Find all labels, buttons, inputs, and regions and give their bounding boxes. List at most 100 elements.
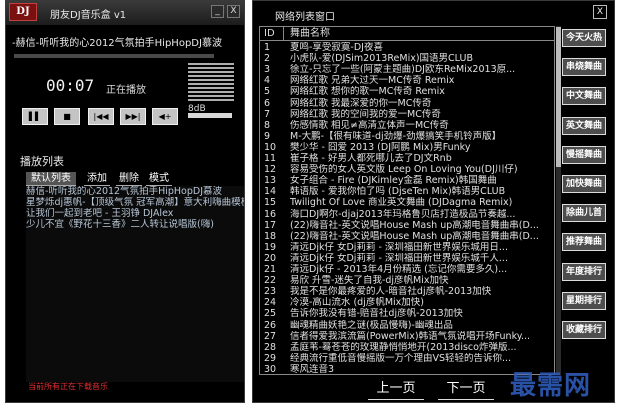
table-row[interactable]: 4 网络红歌 兄弟大过天一MC传奇 Remix: [260, 75, 554, 86]
scrollbar-thumb[interactable]: [556, 27, 561, 167]
row-song-name: Twilight Of Love 商业英文舞曲 (DJDagma Remix): [290, 197, 513, 209]
playlist-item[interactable]: 让我们一起到老吧 - 王羽铮 DJAlex: [26, 208, 244, 219]
close-button[interactable]: X: [227, 5, 240, 18]
row-id: 6: [264, 97, 271, 109]
table-row[interactable]: 26 幽魂精曲妖艳之谜(极品慢嗨)-幽魂出品: [260, 320, 554, 331]
table-row[interactable]: 27 信者得爱我滨流篇(PowerMix)韩语气氛说唱开场Funky...: [260, 331, 554, 342]
table-row[interactable]: 14 韩语版 - 爱我你怕了吗 (DjseTen Mix)韩语男CLUB: [260, 186, 554, 197]
table-row[interactable]: 6 网络红歌 我最深爱的你一MC传奇: [260, 98, 554, 109]
progress-slider[interactable]: [14, 54, 214, 58]
row-song-name: 伤感情歌 相见≠高清立体声一MC传奇: [290, 119, 449, 131]
row-id: 1: [264, 42, 271, 53]
table-row[interactable]: 10 樊少华 - 囧爱 2013 (DJ阿鹏 Mix)男Funky: [260, 142, 554, 153]
table-row[interactable]: 8 伤感情歌 相见≠高清立体声一MC传奇: [260, 120, 554, 131]
table-row[interactable]: 5 网络红歌 想你的歌一MC传奇 Remix: [260, 86, 554, 97]
table-row[interactable]: 3 徐立-只忘了一些(阿蒙主题曲)DJ欧东ReMix2013原...: [260, 64, 554, 75]
row-song-name: 孟庭苇-蓦苍苍的玫瑰静悄悄地开(2013disco炸弹版...: [290, 341, 517, 353]
network-list-window: 网络列表窗口 X ID 舞曲名称 1 夏鸣-享受寂寞-DJ夜喜 2 小虎队-爱(DJS…: [252, 0, 615, 403]
row-id: 15: [264, 197, 277, 209]
download-status: 当前所有正在下载音乐: [28, 382, 108, 391]
prev-page-button[interactable]: 上一页: [368, 378, 424, 400]
tab-default-list[interactable]: 默认列表: [26, 172, 76, 186]
now-playing-title: -赫信-听听我的心2012气氛拍手HipHopDJ慕波: [12, 38, 222, 49]
row-id: 7: [264, 108, 271, 120]
row-id: 30: [264, 363, 277, 375]
column-header-id[interactable]: ID: [260, 27, 284, 41]
row-song-name: 樊少华 - 囧爱 2013 (DJ阿鹏 Mix)男Funky: [290, 141, 471, 153]
category-button[interactable]: 慢摇舞曲: [562, 145, 606, 164]
table-row[interactable]: 19 清远Djk仔 女Dj莉莉 - 深圳福田新世界娱乐城用日...: [260, 242, 554, 253]
row-song-name: 告诉你我没有错-赔音社dj彦帆-2013加快: [290, 308, 463, 320]
category-button[interactable]: 年度排行: [562, 262, 606, 281]
table-row[interactable]: 29 经典流行重低音慢摇版一万个理由VS轻轻的告诉你...: [260, 353, 554, 364]
table-row[interactable]: 20 清远Djk仔 女Dj莉莉 - 深圳福田新世界娱乐城千人...: [260, 253, 554, 264]
table-row[interactable]: 11 崔子格 - 好男人都死哪儿去了DJ文Rnb: [260, 153, 554, 164]
row-song-name: 网络红歌 兄弟大过天一MC传奇 Remix: [290, 75, 455, 87]
category-button[interactable]: 中文舞曲: [562, 87, 606, 106]
player-title: 朋友DJ音乐盒 v1: [50, 10, 127, 21]
table-row[interactable]: 18 (22)嗨音社-英文说唱House Mash up高潮电音舞曲串(D...: [260, 231, 554, 242]
category-button[interactable]: 今天火热: [562, 29, 606, 47]
pause-button[interactable]: ▌▌: [22, 108, 48, 125]
table-row[interactable]: 23 我是不是你最疼爱的人-暗音社dj彦帆-2013加快: [260, 286, 554, 297]
playlist-item[interactable]: 赫信-听听我的心2012气氛拍手HipHopDJ慕波: [26, 186, 244, 197]
row-song-name: (22)嗨音社-英文说唱House Mash up高潮电音舞曲串(D...: [290, 230, 539, 242]
table-row[interactable]: 1 夏鸣-享受寂寞-DJ夜喜: [260, 42, 554, 53]
player-window: DJ 朋友DJ音乐盒 v1 _ X -赫信-听听我的心2012气氛拍手HipHo…: [5, 0, 245, 403]
app-logo: DJ: [9, 3, 37, 21]
row-id: 14: [264, 186, 277, 198]
playlist-item[interactable]: 星梦烁dj惠帆-【顶级气氛 冠军高潮】意大利嗨曲模板: [26, 197, 244, 208]
row-id: 9: [264, 130, 271, 142]
row-id: 26: [264, 319, 277, 331]
table-row[interactable]: 13 女子组合 - Fire (DJKimley金磊 Remix)韩国舞曲: [260, 175, 554, 186]
playback-status: 正在播放: [106, 85, 146, 96]
category-button[interactable]: 串烧舞曲: [562, 58, 606, 77]
category-button[interactable]: 加快舞曲: [562, 175, 606, 193]
tab-add[interactable]: 添加: [84, 172, 110, 186]
row-song-name: 清远Djk仔 - 2013年4月份精选 (忘记你需要多久)...: [290, 264, 508, 275]
row-id: 29: [264, 352, 277, 364]
row-id: 12: [264, 164, 277, 176]
category-button[interactable]: 收藏排行: [562, 321, 606, 339]
column-header-name[interactable]: 舞曲名称: [290, 27, 330, 40]
row-song-name: 徐立-只忘了一些(阿蒙主题曲)DJ欧东ReMix2013原...: [290, 64, 516, 76]
table-row[interactable]: 17 (22)嗨音社-英文说唱House Mash up高潮电音舞曲串(D...: [260, 220, 554, 231]
category-button[interactable]: 星期排行: [562, 291, 606, 310]
minimize-button[interactable]: _: [211, 5, 224, 18]
table-row[interactable]: 25 告诉你我没有错-赔音社dj彦帆-2013加快: [260, 308, 554, 319]
volume-button[interactable]: ◀+: [152, 108, 178, 125]
row-id: 21: [264, 264, 277, 275]
table-row[interactable]: 9 M-大鹏-【很有味道-dj劲爆-劲爆搞笑手机铃声版】: [260, 131, 554, 142]
playlist-item[interactable]: 少儿不宜《野花十三香》二人转让说唱版(嗨): [26, 219, 244, 230]
row-id: 28: [264, 341, 277, 353]
table-row[interactable]: 28 孟庭苇-蓦苍苍的玫瑰静悄悄地开(2013disco炸弹版...: [260, 342, 554, 353]
next-page-button[interactable]: 下一页: [438, 378, 494, 400]
category-button[interactable]: 推荐舞曲: [562, 233, 606, 252]
table-row[interactable]: 7 网络红歌 我的空间我的爱一MC传奇: [260, 109, 554, 120]
table-row[interactable]: 15 Twilight Of Love 商业英文舞曲 (DJDagma Remix…: [260, 197, 554, 208]
row-id: 13: [264, 175, 277, 187]
table-row[interactable]: 24 冷漠-高山流水 (dj彦帆Mix加快): [260, 297, 554, 308]
tab-mode[interactable]: 模式: [146, 172, 172, 186]
table-row[interactable]: 22 易欣 升雪-迷失了自我-dj彦帆Mix加快: [260, 275, 554, 286]
previous-button[interactable]: |◀◀: [88, 108, 114, 125]
row-song-name: 冷漠-高山流水 (dj彦帆Mix加快): [290, 297, 424, 309]
row-id: 3: [264, 64, 271, 76]
table-row[interactable]: 21 清远Djk仔 - 2013年4月份精选 (忘记你需要多久)...: [260, 264, 554, 275]
volume-slider[interactable]: [188, 113, 232, 118]
stop-button[interactable]: ■: [54, 108, 80, 125]
category-button[interactable]: 除曲儿首: [562, 204, 606, 223]
table-row[interactable]: 16 海口DJ啊尔-djaj2013年玛格鲁贝店打造极品节奏越...: [260, 209, 554, 220]
table-row[interactable]: 12 容易受伤的女人英文版 Leep On Loving You(DJ川仔): [260, 164, 554, 175]
scrollbar[interactable]: [556, 26, 561, 375]
category-button[interactable]: 英文舞曲: [562, 116, 606, 135]
row-id: 27: [264, 330, 277, 342]
list-close-button[interactable]: X: [593, 5, 607, 19]
row-song-name: M-大鹏-【很有味道-dj劲爆-劲爆搞笑手机铃声版】: [290, 130, 502, 142]
row-id: 17: [264, 219, 277, 231]
tab-delete[interactable]: 删除: [116, 172, 142, 186]
player-titlebar[interactable]: DJ 朋友DJ音乐盒 v1 _ X: [6, 1, 244, 25]
next-button[interactable]: ▶▶|: [120, 108, 146, 125]
table-row[interactable]: 2 小虎队-爱(DJSim2013ReMix)国语男CLUB: [260, 53, 554, 64]
table-header: ID 舞曲名称: [260, 27, 554, 41]
